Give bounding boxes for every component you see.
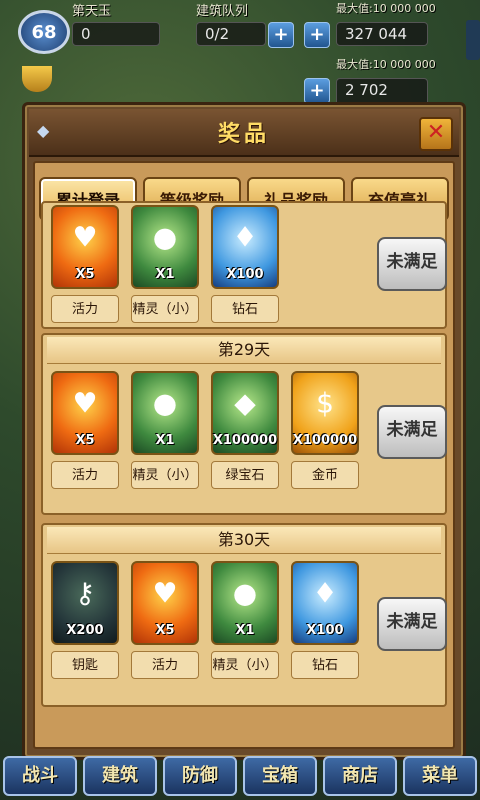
- claim-status-button[interactable]: 未满足: [377, 405, 447, 459]
- max-capacity-label-2: 最大值:10 000 000: [336, 58, 436, 71]
- nav-battle[interactable]: 战斗: [3, 756, 77, 796]
- day-card: 第29天 ♥ X5 活力 ● X1 精灵（小） ◆ X100000 绿宝石 $ …: [41, 333, 447, 515]
- nav-chest[interactable]: 宝箱: [243, 756, 317, 796]
- builder-queue-count: 0/2: [196, 22, 266, 46]
- dialog-body: 累计登录 等级奖励 礼品奖励 充值豪礼 ♥ X5 活力 ● X1 精灵（小） ♦: [33, 161, 455, 749]
- add-builder-button[interactable]: +: [268, 22, 294, 48]
- resource-amount-1: 327 044: [336, 22, 428, 46]
- reward-name: 精灵（小）: [131, 461, 199, 489]
- dialog-header: ◆ 奖品 ✕: [29, 109, 459, 157]
- add-resource-button-1[interactable]: +: [304, 22, 330, 48]
- reward-qty: X1: [155, 267, 175, 282]
- reward-name: 活力: [131, 651, 199, 679]
- reward-qty: X5: [75, 267, 95, 282]
- trophy-icon[interactable]: [22, 66, 52, 92]
- top-status-bar: 68 第天玉 0 建筑队列 0/2 + + 最大值:10 000 000 327…: [0, 0, 480, 120]
- resource-box: 0: [72, 22, 160, 46]
- reward-name: 活力: [51, 461, 119, 489]
- reward-qty: X1: [155, 433, 175, 448]
- nav-buildings[interactable]: 建筑: [83, 756, 157, 796]
- close-button[interactable]: ✕: [419, 117, 453, 151]
- nav-menu[interactable]: 菜单: [403, 756, 477, 796]
- reward-name: 绿宝石: [211, 461, 279, 489]
- reward-name: 钻石: [291, 651, 359, 679]
- diamond-ornament-icon: ◆: [37, 121, 50, 140]
- day-title: 第30天: [47, 527, 441, 554]
- reward-name: 钥匙: [51, 651, 119, 679]
- reward-qty: X200: [66, 623, 104, 638]
- reward-qty: X100000: [292, 433, 358, 448]
- player-name: 第天玉: [72, 4, 112, 19]
- nav-defense[interactable]: 防御: [163, 756, 237, 796]
- reward-list[interactable]: ♥ X5 活力 ● X1 精灵（小） ♦ X100 钻石 未满足 第29天 ♥ …: [41, 201, 447, 747]
- max-capacity-label-1: 最大值:10 000 000: [336, 2, 436, 15]
- reward-name: 精灵（小）: [211, 651, 279, 679]
- reward-name: 金币: [291, 461, 359, 489]
- claim-status-button[interactable]: 未满足: [377, 597, 447, 651]
- side-panel-handle[interactable]: [466, 20, 480, 60]
- claim-status-button[interactable]: 未满足: [377, 237, 447, 291]
- reward-name: 活力: [51, 295, 119, 323]
- reward-qty: X100: [306, 623, 344, 638]
- rewards-dialog: ◆ 奖品 ✕ 累计登录 等级奖励 礼品奖励 充值豪礼 ♥ X5 活力 ● X1 …: [22, 102, 466, 760]
- resource-value: 0: [81, 25, 91, 43]
- reward-qty: X1: [235, 623, 255, 638]
- day-card: ♥ X5 活力 ● X1 精灵（小） ♦ X100 钻石 未满足: [41, 201, 447, 329]
- reward-qty: X100000: [212, 433, 278, 448]
- dialog-title: 奖品: [217, 122, 270, 147]
- day-title: 第29天: [47, 337, 441, 364]
- player-level-badge[interactable]: 68: [18, 10, 70, 54]
- reward-qty: X100: [226, 267, 264, 282]
- builder-queue-label: 建筑队列: [196, 4, 249, 19]
- reward-qty: X5: [155, 623, 175, 638]
- reward-qty: X5: [75, 433, 95, 448]
- day-card: 第30天 ⚷ X200 钥匙 ♥ X5 活力 ● X1 精灵（小） ♦ X100…: [41, 523, 447, 707]
- reward-name: 精灵（小）: [131, 295, 199, 323]
- bottom-menu: 战斗 建筑 防御 宝箱 商店 菜单: [0, 752, 480, 800]
- add-resource-button-2[interactable]: +: [304, 78, 330, 104]
- nav-shop[interactable]: 商店: [323, 756, 397, 796]
- reward-name: 钻石: [211, 295, 279, 323]
